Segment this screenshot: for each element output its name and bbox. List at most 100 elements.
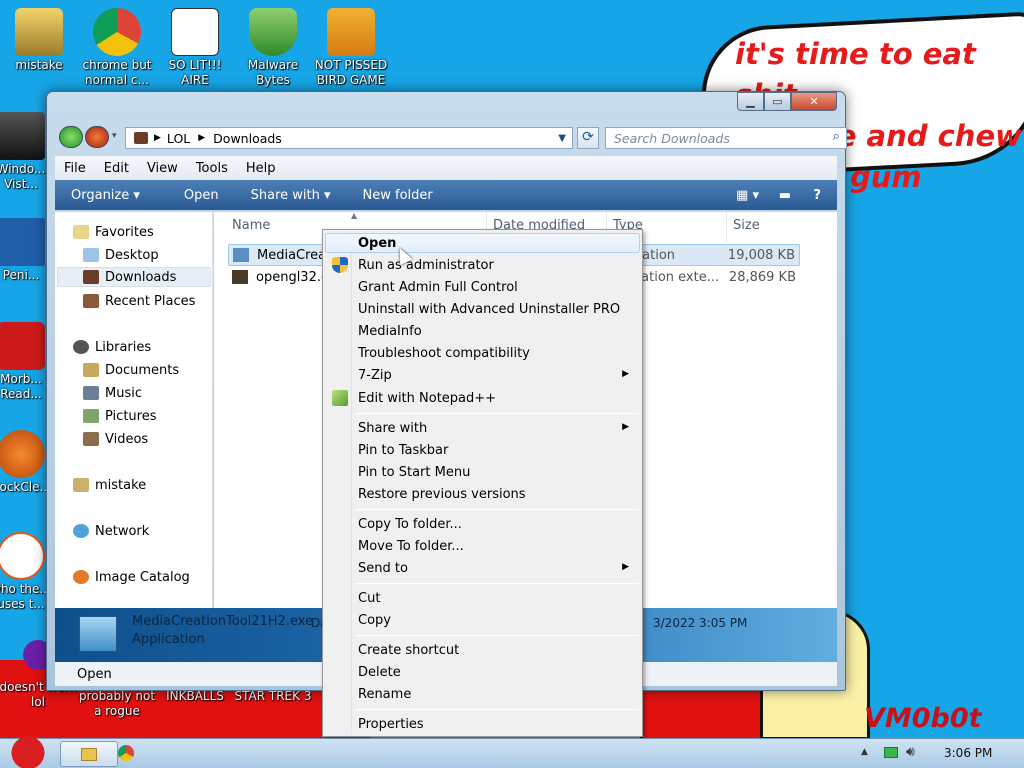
menu-bar: File Edit View Tools Help	[55, 156, 837, 180]
menu-item-share-with[interactable]: Share with ▶	[326, 418, 639, 438]
volume-icon[interactable]: 🔊︎	[906, 744, 915, 760]
network-icon[interactable]	[884, 747, 898, 758]
close-button[interactable]: ✕	[791, 92, 837, 111]
menu-item-edit-notepadpp[interactable]: Edit with Notepad++	[326, 388, 639, 408]
back-button[interactable]	[59, 126, 83, 148]
file-size: 19,008 KB	[727, 247, 795, 263]
angry-bird-start-icon[interactable]	[6, 733, 50, 768]
nav-mistake[interactable]: mistake	[73, 475, 146, 495]
maximize-button[interactable]: ▭	[764, 92, 791, 111]
address-bar[interactable]: ▶ LOL ▶ Downloads ▼	[125, 127, 573, 149]
menu-item-send-to[interactable]: Send to ▶	[326, 558, 639, 578]
nav-videos[interactable]: Videos	[83, 429, 148, 449]
desktop-icon-inkballs[interactable]: INKBALLS	[154, 689, 236, 704]
taskbar-explorer-button[interactable]	[60, 741, 118, 767]
menu-item-properties[interactable]: Properties	[326, 714, 639, 734]
tray-arrow-icon[interactable]: ▲	[861, 747, 868, 757]
menu-item-pin-taskbar[interactable]: Pin to Taskbar	[326, 440, 639, 460]
menu-item-mediainfo[interactable]: MediaInfo	[326, 321, 639, 341]
nav-label: Downloads	[105, 269, 177, 285]
minimize-button[interactable]: ▁	[737, 92, 764, 111]
forward-button[interactable]	[85, 126, 109, 148]
mistake-icon	[15, 8, 63, 56]
menu-item-copy-to-folder[interactable]: Copy To folder...	[326, 514, 639, 534]
menu-item-run-as-administrator[interactable]: Run as administrator	[326, 255, 639, 275]
menu-item-copy[interactable]: Copy	[326, 610, 639, 630]
menu-item-7zip[interactable]: 7-Zip ▶	[326, 365, 639, 385]
nav-desktop[interactable]: Desktop	[83, 245, 159, 265]
menu-item-grant-admin[interactable]: Grant Admin Full Control	[326, 277, 639, 297]
desktop-icon-label: probably not a rogue	[78, 689, 156, 718]
chrome-icon	[93, 8, 141, 56]
nav-network[interactable]: Network	[73, 521, 149, 541]
context-menu: Open Run as administrator Grant Admin Fu…	[322, 229, 643, 737]
menu-item-pin-start[interactable]: Pin to Start Menu	[326, 462, 639, 482]
search-input[interactable]: Search Downloads ⌕	[605, 127, 847, 149]
menu-item-label: Properties	[358, 716, 424, 732]
solitaire-icon	[171, 8, 219, 56]
menu-item-open[interactable]: Open	[325, 233, 640, 253]
nav-downloads[interactable]: Downloads	[57, 267, 211, 287]
photoshop-icon	[0, 218, 45, 266]
menu-tools[interactable]: Tools	[187, 161, 237, 176]
navigation-bar: ▾ ▶ LOL ▶ Downloads ▼ ⟳ Search Downloads…	[57, 126, 847, 150]
desktop-icon-probably-not-rogue[interactable]: probably not a rogue	[76, 689, 158, 719]
menu-file[interactable]: File	[55, 161, 95, 176]
menu-help[interactable]: Help	[237, 161, 285, 176]
nav-pictures[interactable]: Pictures	[83, 406, 156, 426]
uac-shield-icon	[332, 257, 348, 273]
menu-item-uninstall-advanced[interactable]: Uninstall with Advanced Uninstaller PRO	[326, 299, 639, 319]
windows-vista-icon	[0, 112, 45, 160]
help-icon[interactable]: ?	[797, 188, 837, 203]
nav-image-catalog[interactable]: Image Catalog	[73, 567, 190, 587]
desktop-icon-startrek[interactable]: STAR TREK 3	[232, 689, 314, 704]
menu-item-troubleshoot[interactable]: Troubleshoot compatibility	[326, 343, 639, 363]
star-icon	[73, 225, 89, 239]
nav-label: Image Catalog	[95, 569, 190, 585]
address-dropdown-icon[interactable]: ▼	[558, 133, 566, 144]
network-icon	[73, 524, 89, 538]
search-icon[interactable]: ⌕	[833, 129, 840, 144]
menu-item-rename[interactable]: Rename	[326, 684, 639, 704]
nav-label: Recent Places	[105, 293, 196, 309]
refresh-button[interactable]: ⟳	[577, 127, 599, 149]
nav-music[interactable]: Music	[83, 383, 142, 403]
menu-item-cut[interactable]: Cut	[326, 588, 639, 608]
share-with-button[interactable]: Share with ▾	[235, 188, 347, 203]
desktop-icon-chrome[interactable]: chrome but normal c...	[76, 8, 158, 88]
taskbar-chrome-button[interactable]	[118, 745, 134, 761]
menu-view[interactable]: View	[138, 161, 187, 176]
recent-pages-icon[interactable]: ▾	[112, 131, 117, 141]
nav-libraries[interactable]: Libraries	[73, 337, 151, 357]
nav-recent-places[interactable]: Recent Places	[83, 291, 195, 311]
menu-item-label: Rename	[358, 686, 412, 702]
breadcrumb-separator-icon: ▶	[198, 133, 206, 143]
new-folder-button[interactable]: New folder	[347, 188, 449, 203]
desktop-icon-mistake[interactable]: mistake	[0, 8, 80, 73]
nav-label: mistake	[95, 477, 147, 493]
menu-item-move-to-folder[interactable]: Move To folder...	[326, 536, 639, 556]
desktop-icon-solitaire[interactable]: SO LIT!!! AIRE	[154, 8, 236, 88]
desktop-icon-malwarebytes[interactable]: Malware Bytes	[232, 8, 314, 88]
clock[interactable]: 3:06 PM	[944, 746, 992, 760]
column-header-size[interactable]: Size	[733, 218, 760, 233]
menu-edit[interactable]: Edit	[95, 161, 138, 176]
menu-item-create-shortcut[interactable]: Create shortcut	[326, 640, 639, 660]
downloads-icon	[83, 270, 99, 284]
details-date: 3/2022 3:05 PM	[653, 616, 748, 630]
menu-item-restore-versions[interactable]: Restore previous versions	[326, 484, 639, 504]
breadcrumb-downloads[interactable]: Downloads	[213, 131, 282, 146]
menu-item-label: Create shortcut	[358, 642, 460, 658]
breadcrumb-lol[interactable]: LOL	[167, 131, 190, 146]
menu-item-label: Run as administrator	[358, 257, 494, 273]
videos-icon	[83, 432, 99, 446]
menu-item-delete[interactable]: Delete	[326, 662, 639, 682]
open-button[interactable]: Open	[156, 188, 235, 203]
column-header-name[interactable]: Name	[232, 218, 270, 233]
nav-favorites[interactable]: Favorites	[73, 222, 154, 242]
menu-item-label: Uninstall with Advanced Uninstaller PRO	[358, 301, 621, 317]
nav-documents[interactable]: Documents	[83, 360, 179, 380]
organize-button[interactable]: Organize ▾	[55, 188, 156, 203]
desktop-icon-label: NOT PISSED BIRD GAME	[314, 58, 388, 87]
desktop-icon-pig-game[interactable]: NOT PISSED BIRD GAME	[310, 8, 392, 88]
